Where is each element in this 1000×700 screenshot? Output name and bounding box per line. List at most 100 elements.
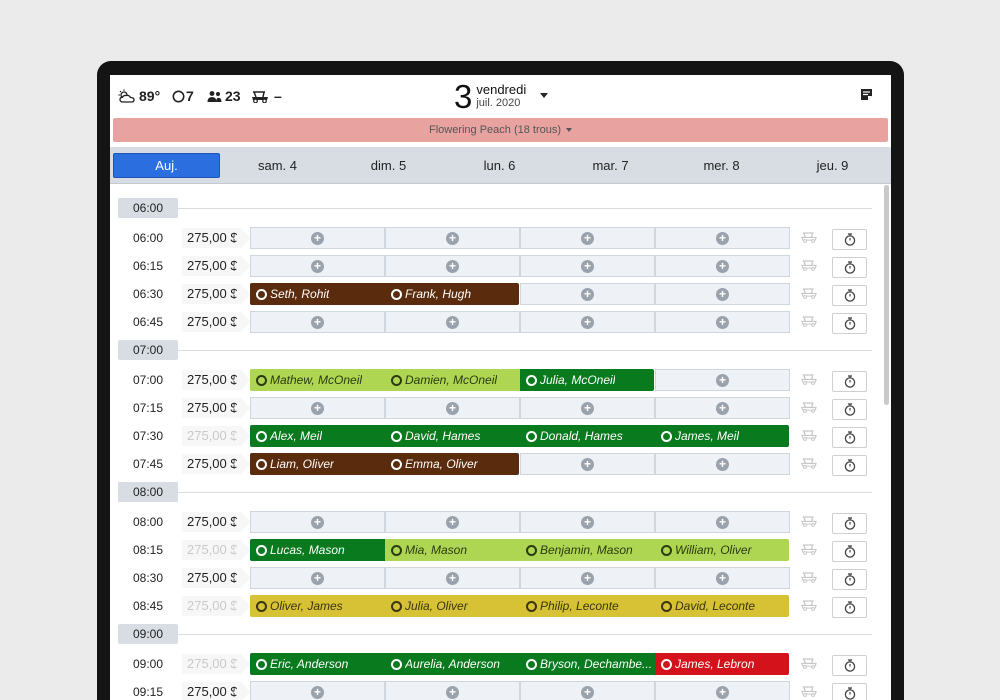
open-slot[interactable]: + [385,681,520,700]
day-tab[interactable]: dim. 5 [335,153,442,178]
booking-slot[interactable]: Julia, Oliver [385,595,520,617]
open-slot[interactable]: + [385,511,520,533]
booking-slot[interactable]: Lucas, Mason [250,539,385,561]
booking-slot[interactable]: Donald, Hames [520,425,655,447]
timer-button[interactable] [832,371,867,392]
golf-cart-icon[interactable] [801,287,817,299]
open-slot[interactable]: + [385,255,520,277]
booking-slot[interactable]: Alex, Meil [250,425,385,447]
golf-cart-icon[interactable] [801,231,817,243]
booking-slot[interactable]: Emma, Oliver [385,453,519,475]
price-tag[interactable]: 275,00 $ [182,596,242,616]
booking-slot[interactable]: William, Oliver [655,539,789,561]
price-tag[interactable]: 275,00 $ [182,256,242,276]
price-tag[interactable]: 275,00 $ [182,654,242,674]
price-tag[interactable]: 275,00 $ [182,682,242,700]
open-slot[interactable]: + [385,567,520,589]
booking-slot[interactable]: Damien, McOneil [385,369,520,391]
notes-icon[interactable] [860,88,873,106]
booking-slot[interactable]: Frank, Hugh [385,283,519,305]
price-tag[interactable]: 275,00 $ [182,370,242,390]
date-selector[interactable]: 3 vendredi juil. 2020 [454,78,526,114]
booking-slot[interactable]: Mia, Mason [385,539,520,561]
open-slot[interactable]: + [520,255,655,277]
day-tab[interactable]: mer. 8 [668,153,775,178]
day-tab[interactable]: sam. 4 [224,153,331,178]
open-slot[interactable]: + [250,311,385,333]
golf-cart-icon[interactable] [801,543,817,555]
booking-slot[interactable]: Oliver, James [250,595,385,617]
open-slot[interactable]: + [655,255,790,277]
open-slot[interactable]: + [520,567,655,589]
timer-button[interactable] [832,229,867,250]
booking-slot[interactable]: Liam, Oliver [250,453,385,475]
price-tag[interactable]: 275,00 $ [182,540,242,560]
open-slot[interactable]: + [655,681,790,700]
open-slot[interactable]: + [655,511,790,533]
timer-button[interactable] [832,597,867,618]
open-slot[interactable]: + [520,511,655,533]
open-slot[interactable]: + [655,453,790,475]
timer-button[interactable] [832,683,867,700]
booking-slot[interactable]: David, Hames [385,425,520,447]
course-selector[interactable]: Flowering Peach (18 trous) [113,118,888,142]
open-slot[interactable]: + [655,283,790,305]
open-slot[interactable]: + [385,227,520,249]
price-tag[interactable]: 275,00 $ [182,454,242,474]
golf-cart-icon[interactable] [801,657,817,669]
price-tag[interactable]: 275,00 $ [182,284,242,304]
booking-slot[interactable]: Aurelia, Anderson [385,653,520,675]
open-slot[interactable]: + [520,681,655,700]
golf-cart-icon[interactable] [801,599,817,611]
golf-cart-icon[interactable] [801,429,817,441]
price-tag[interactable]: 275,00 $ [182,568,242,588]
open-slot[interactable]: + [655,369,790,391]
open-slot[interactable]: + [385,311,520,333]
timer-button[interactable] [832,257,867,278]
golf-cart-icon[interactable] [801,571,817,583]
day-tab[interactable]: mar. 7 [557,153,664,178]
open-slot[interactable]: + [250,681,385,700]
booking-slot[interactable]: Eric, Anderson [250,653,385,675]
timer-button[interactable] [832,455,867,476]
golf-cart-icon[interactable] [801,457,817,469]
golf-cart-icon[interactable] [801,259,817,271]
timer-button[interactable] [832,313,867,334]
golf-cart-icon[interactable] [801,515,817,527]
chevron-down-icon[interactable] [540,93,548,98]
booking-slot[interactable]: David, Leconte [655,595,789,617]
booking-slot[interactable]: Julia, McOneil [520,369,654,391]
open-slot[interactable]: + [520,283,655,305]
timer-button[interactable] [832,655,867,676]
day-tab[interactable]: jeu. 9 [779,153,886,178]
open-slot[interactable]: + [520,227,655,249]
open-slot[interactable]: + [250,255,385,277]
open-slot[interactable]: + [655,397,790,419]
price-tag[interactable]: 275,00 $ [182,398,242,418]
price-tag[interactable]: 275,00 $ [182,228,242,248]
open-slot[interactable]: + [655,227,790,249]
price-tag[interactable]: 275,00 $ [182,426,242,446]
timer-button[interactable] [832,285,867,306]
golf-cart-icon[interactable] [801,401,817,413]
golf-cart-icon[interactable] [801,685,817,697]
booking-slot[interactable]: Philip, Leconte [520,595,655,617]
open-slot[interactable]: + [655,311,790,333]
golf-cart-icon[interactable] [801,315,817,327]
open-slot[interactable]: + [520,397,655,419]
timer-button[interactable] [832,541,867,562]
booking-slot[interactable]: James, Meil [655,425,789,447]
open-slot[interactable]: + [655,567,790,589]
booking-slot[interactable]: Mathew, McOneil [250,369,385,391]
booking-slot[interactable]: Bryson, Dechambe... [520,653,655,675]
open-slot[interactable]: + [520,311,655,333]
timer-button[interactable] [832,513,867,534]
timer-button[interactable] [832,427,867,448]
booking-slot[interactable]: Seth, Rohit [250,283,385,305]
day-tab[interactable]: Auj. [113,153,220,178]
booking-slot[interactable]: Benjamin, Mason [520,539,655,561]
open-slot[interactable]: + [250,511,385,533]
booking-slot[interactable]: James, Lebron [655,653,789,675]
open-slot[interactable]: + [520,453,655,475]
timer-button[interactable] [832,399,867,420]
